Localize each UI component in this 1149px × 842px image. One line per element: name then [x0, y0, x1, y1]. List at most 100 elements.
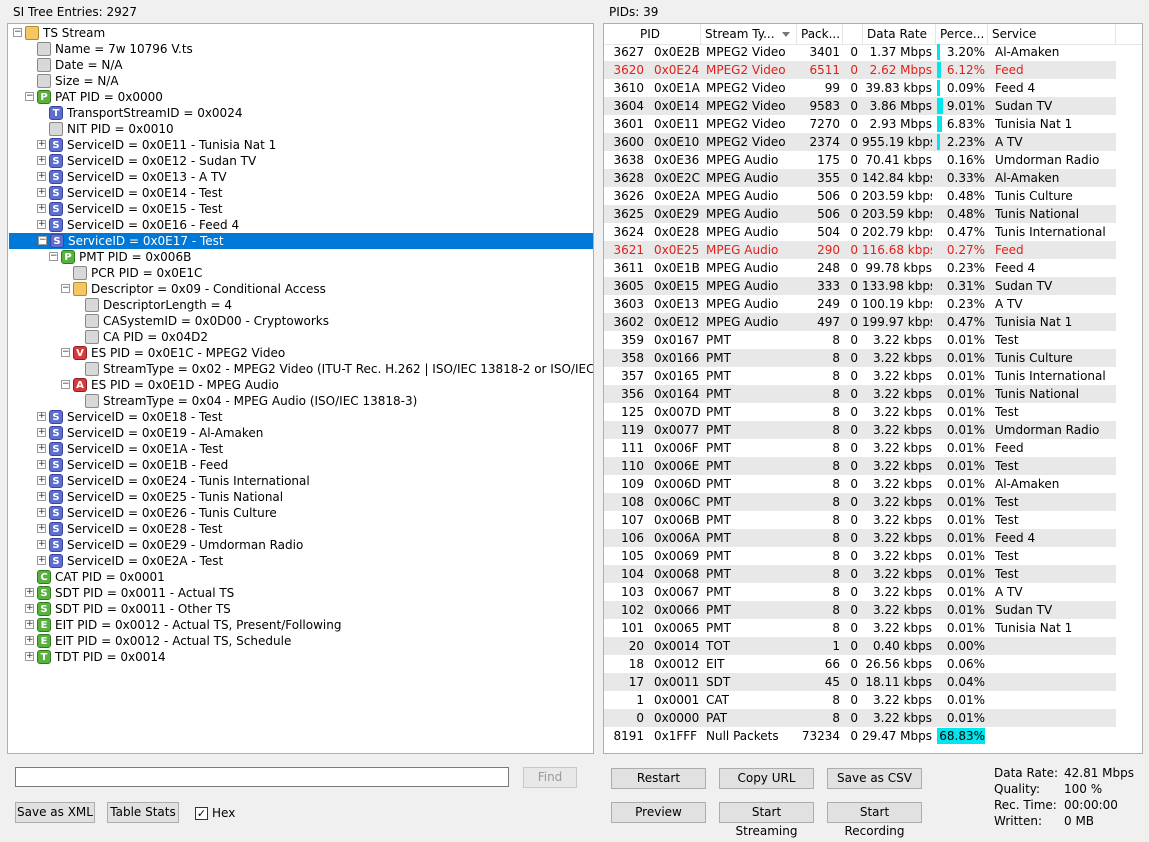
hex-checkbox[interactable]: ✓ Hex [195, 804, 235, 822]
tree-node[interactable]: + S ServiceID = 0x0E1A - Test [8, 441, 593, 457]
table-row[interactable]: 1 0x0001 CAT 8 0 3.22 kbps 0.01% [604, 691, 1116, 709]
tree-node[interactable]: + S SDT PID = 0x0011 - Actual TS [8, 585, 593, 601]
table-row[interactable]: 3627 0x0E2B MPEG2 Video 3401 0 1.37 Mbps 3.20%… [604, 43, 1116, 61]
table-row[interactable]: 356 0x0164 PMT 8 0 3.22 kbps 0.01% Tunis Nation… [604, 385, 1116, 403]
tree-node[interactable]: Size = N/A [8, 73, 593, 89]
table-stats-button[interactable]: Table Stats [107, 802, 179, 823]
expand-icon[interactable]: + [37, 188, 46, 197]
expand-icon[interactable]: + [37, 524, 46, 533]
expand-icon[interactable]: + [37, 492, 46, 501]
tree-node[interactable]: − Descriptor = 0x09 - Conditional Access [8, 281, 593, 297]
tree-node[interactable]: + S ServiceID = 0x0E19 - Al-Amaken [8, 425, 593, 441]
tree-node[interactable]: − A ES PID = 0x0E1D - MPEG Audio [8, 377, 593, 393]
tree-node[interactable]: + S ServiceID = 0x0E28 - Test [8, 521, 593, 537]
expand-icon[interactable]: + [37, 156, 46, 165]
save-as-csv-button[interactable]: Save as CSV [827, 768, 922, 789]
copy-url-button[interactable]: Copy URL [719, 768, 814, 789]
tree-node[interactable]: + S ServiceID = 0x0E24 - Tunis Internation… [8, 473, 593, 489]
tree-node[interactable]: − P PMT PID = 0x006B [8, 249, 593, 265]
col-service-header[interactable]: Service [988, 24, 1116, 44]
expand-icon[interactable]: + [37, 556, 46, 565]
tree-node[interactable]: T TransportStreamID = 0x0024 [8, 105, 593, 121]
table-row[interactable]: 3628 0x0E2C MPEG Audio 355 0 142.84 kbps 0.33%… [604, 169, 1116, 187]
expand-icon[interactable]: + [37, 220, 46, 229]
tree-node[interactable]: + E EIT PID = 0x0012 - Actual TS, Schedule [8, 633, 593, 649]
table-row[interactable]: 17 0x0011 SDT 45 0 18.11 kbps 0.04% [604, 673, 1116, 691]
tree-node[interactable]: + S ServiceID = 0x0E1B - Feed [8, 457, 593, 473]
table-row[interactable]: 125 0x007D PMT 8 0 3.22 kbps 0.01% Test [604, 403, 1116, 421]
preview-button[interactable]: Preview [611, 802, 706, 823]
expand-icon[interactable]: + [37, 540, 46, 549]
col-stream-type-header[interactable]: Stream Ty... [701, 24, 797, 44]
table-row[interactable]: 8191 0x1FFF Null Packets 73234 0 29.47 Mbps 68… [604, 727, 1116, 745]
table-row[interactable]: 359 0x0167 PMT 8 0 3.22 kbps 0.01% Test [604, 331, 1116, 349]
tree-node[interactable]: Name = 7w 10796 V.ts [8, 41, 593, 57]
expand-icon[interactable]: + [37, 412, 46, 421]
checkbox-check-icon[interactable]: ✓ [195, 807, 208, 820]
table-row[interactable]: 357 0x0165 PMT 8 0 3.22 kbps 0.01% Tunis Intern… [604, 367, 1116, 385]
table-row[interactable]: 18 0x0012 EIT 66 0 26.56 kbps 0.06% [604, 655, 1116, 673]
collapse-icon[interactable]: − [25, 92, 34, 101]
table-row[interactable]: 109 0x006D PMT 8 0 3.22 kbps 0.01% Al-Amaken [604, 475, 1116, 493]
table-row[interactable]: 110 0x006E PMT 8 0 3.22 kbps 0.01% Test [604, 457, 1116, 475]
start-recording-button[interactable]: Start Recording [827, 802, 922, 838]
table-row[interactable]: 3620 0x0E24 MPEG2 Video 6511 0 2.62 Mbps 6.12%… [604, 61, 1116, 79]
tree-node[interactable]: + S ServiceID = 0x0E15 - Test [8, 201, 593, 217]
table-row[interactable]: 3600 0x0E10 MPEG2 Video 2374 0 955.19 kbps 2.2… [604, 133, 1116, 151]
save-as-xml-button[interactable]: Save as XML [15, 802, 95, 823]
expand-icon[interactable]: + [37, 428, 46, 437]
expand-icon[interactable]: + [25, 620, 34, 629]
tree-node[interactable]: + S ServiceID = 0x0E12 - Sudan TV [8, 153, 593, 169]
tree-node[interactable]: CASystemID = 0x0D00 - Cryptoworks [8, 313, 593, 329]
collapse-icon[interactable]: − [61, 284, 70, 293]
collapse-icon[interactable]: − [61, 348, 70, 357]
find-button[interactable]: Find [523, 767, 577, 788]
col-percent-header[interactable]: Perce... [936, 24, 988, 44]
table-row[interactable]: 0 0x0000 PAT 8 0 3.22 kbps 0.01% [604, 709, 1116, 727]
expand-icon[interactable]: + [25, 652, 34, 661]
table-row[interactable]: 102 0x0066 PMT 8 0 3.22 kbps 0.01% Sudan TV [604, 601, 1116, 619]
tree-node[interactable]: + T TDT PID = 0x0014 [8, 649, 593, 665]
col-pid-header[interactable]: PID [604, 24, 701, 44]
tree-node[interactable]: + S ServiceID = 0x0E14 - Test [8, 185, 593, 201]
table-row[interactable]: 20 0x0014 TOT 1 0 0.40 kbps 0.00% [604, 637, 1116, 655]
table-row[interactable]: 111 0x006F PMT 8 0 3.22 kbps 0.01% Feed [604, 439, 1116, 457]
start-streaming-button[interactable]: Start Streaming [719, 802, 814, 838]
table-row[interactable]: 3626 0x0E2A MPEG Audio 506 0 203.59 kbps 0.48%… [604, 187, 1116, 205]
table-row[interactable]: 3603 0x0E13 MPEG Audio 249 0 100.19 kbps 0.23%… [604, 295, 1116, 313]
pid-table[interactable]: PID Stream Ty... Pack... Data Rate Perce... S… [603, 23, 1143, 754]
tree-node[interactable]: + S ServiceID = 0x0E16 - Feed 4 [8, 217, 593, 233]
table-row[interactable]: 3602 0x0E12 MPEG Audio 497 0 199.97 kbps 0.47%… [604, 313, 1116, 331]
tree-node[interactable]: − P PAT PID = 0x0000 [8, 89, 593, 105]
table-row[interactable]: 106 0x006A PMT 8 0 3.22 kbps 0.01% Feed 4 [604, 529, 1116, 547]
table-row[interactable]: 3601 0x0E11 MPEG2 Video 7270 0 2.93 Mbps 6.83%… [604, 115, 1116, 133]
col-packets-header[interactable]: Pack... [797, 24, 843, 44]
table-row[interactable]: 3624 0x0E28 MPEG Audio 504 0 202.79 kbps 0.47%… [604, 223, 1116, 241]
expand-icon[interactable]: + [37, 140, 46, 149]
expand-icon[interactable]: + [25, 588, 34, 597]
table-row[interactable]: 3605 0x0E15 MPEG Audio 333 0 133.98 kbps 0.31%… [604, 277, 1116, 295]
restart-button[interactable]: Restart [611, 768, 706, 789]
tree-node[interactable]: + S ServiceID = 0x0E29 - Umdorman Radio [8, 537, 593, 553]
table-row[interactable]: 101 0x0065 PMT 8 0 3.22 kbps 0.01% Tunisia Nat … [604, 619, 1116, 637]
tree-node[interactable]: + S ServiceID = 0x0E13 - A TV [8, 169, 593, 185]
table-row[interactable]: 104 0x0068 PMT 8 0 3.22 kbps 0.01% Test [604, 565, 1116, 583]
table-row[interactable]: 103 0x0067 PMT 8 0 3.22 kbps 0.01% A TV [604, 583, 1116, 601]
tree-node[interactable]: PCR PID = 0x0E1C [8, 265, 593, 281]
expand-icon[interactable]: + [37, 508, 46, 517]
tree-node[interactable]: StreamType = 0x04 - MPEG Audio (ISO/IEC … [8, 393, 593, 409]
expand-icon[interactable]: + [37, 204, 46, 213]
table-row[interactable]: 358 0x0166 PMT 8 0 3.22 kbps 0.01% Tunis Cultur… [604, 349, 1116, 367]
collapse-icon[interactable]: − [61, 380, 70, 389]
table-row[interactable]: 3638 0x0E36 MPEG Audio 175 0 70.41 kbps 0.16% U… [604, 151, 1116, 169]
col-errors-header[interactable] [843, 24, 863, 44]
tree-node[interactable]: + E EIT PID = 0x0012 - Actual TS, Present/… [8, 617, 593, 633]
tree-node[interactable]: NIT PID = 0x0010 [8, 121, 593, 137]
expand-icon[interactable]: + [37, 444, 46, 453]
tree-node[interactable]: StreamType = 0x02 - MPEG2 Video (ITU-T R… [8, 361, 593, 377]
expand-icon[interactable]: + [25, 604, 34, 613]
table-row[interactable]: 108 0x006C PMT 8 0 3.22 kbps 0.01% Test [604, 493, 1116, 511]
expand-icon[interactable]: + [37, 476, 46, 485]
expand-icon[interactable]: + [37, 460, 46, 469]
tree-node[interactable]: − TS Stream [8, 25, 593, 41]
